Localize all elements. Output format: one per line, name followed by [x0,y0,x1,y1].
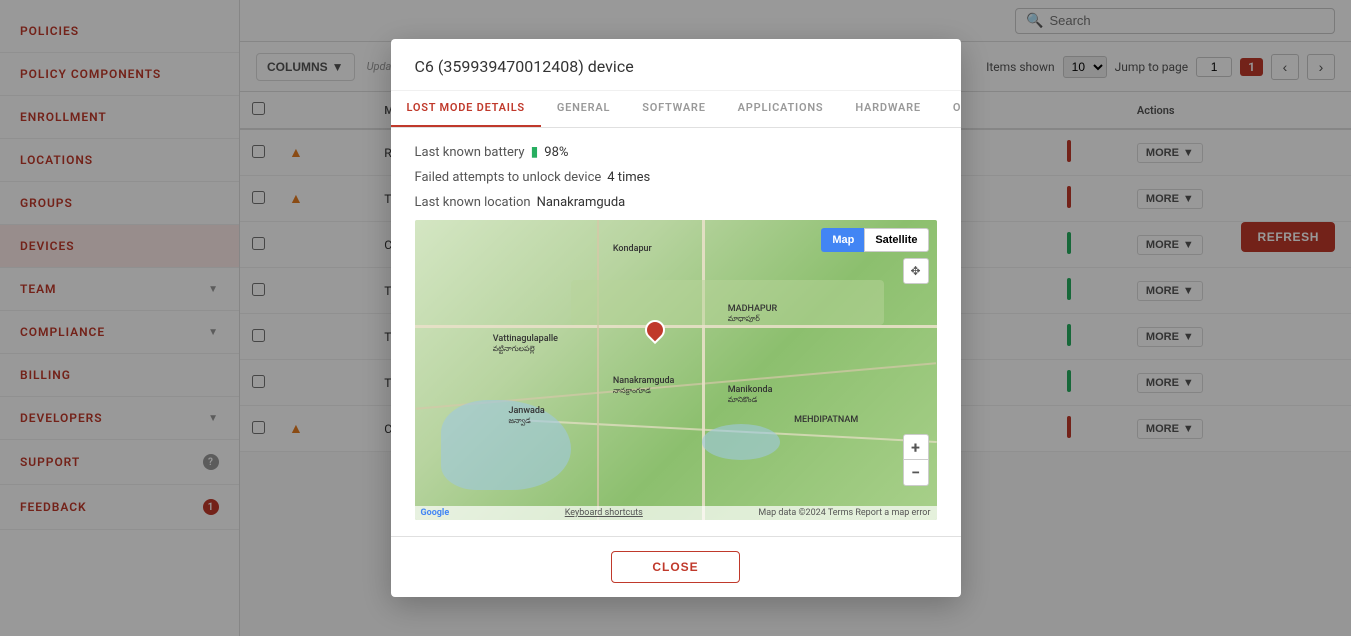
close-button[interactable]: CLOSE [611,551,739,583]
map-pin [645,320,665,346]
attempts-label: Failed attempts to unlock device [415,170,602,185]
map-label-janwada: Janwadaజన్వాడ [508,406,544,427]
map-fullscreen-button[interactable]: ✥ [903,258,929,284]
map-label-madhapur: MADHAPURమాధాపూర్ [728,304,778,325]
battery-icon: ▮ [531,144,539,160]
tab-operations[interactable]: OPERATIO [937,91,961,127]
map-label-mehdipatnam: MEHDIPATNAM [794,415,858,425]
location-row: Last known location Nanakramguda [415,195,937,210]
modal-body: Last known battery ▮ 98% Failed attempts… [391,128,961,536]
map-type-map-button[interactable]: Map [821,228,864,252]
modal-tabs: LOST MODE DETAILS GENERAL SOFTWARE APPLI… [391,91,961,128]
battery-value: 98% [544,145,568,160]
attempts-value: 4 times [607,170,650,185]
map-label-kondapur: Kondapur [613,244,652,254]
battery-row: Last known battery ▮ 98% [415,144,937,160]
google-logo: Google [421,508,450,518]
keyboard-shortcuts[interactable]: Keyboard shortcuts [565,508,643,518]
device-modal: C6 (359939470012408) device LOST MODE DE… [391,39,961,597]
map-zoom-in-button[interactable]: + [903,434,929,460]
location-value: Nanakramguda [537,195,626,210]
map-pin-head [640,316,668,344]
map-zoom-out-button[interactable]: − [903,460,929,486]
battery-label: Last known battery [415,145,525,160]
tab-general[interactable]: GENERAL [541,91,626,127]
map-container[interactable]: Kondapur MADHAPURమాధాపూర్ Nanakramgudaనా… [415,220,937,520]
map-label-nanakramguda: Nanakramgudaనానక్రాంగూడ [613,376,675,397]
attempts-row: Failed attempts to unlock device 4 times [415,170,937,185]
modal-footer: CLOSE [391,536,961,597]
modal-header: C6 (359939470012408) device [391,39,961,91]
modal-title: C6 (359939470012408) device [415,57,634,76]
tab-hardware[interactable]: HARDWARE [839,91,937,127]
location-label: Last known location [415,195,531,210]
tab-applications[interactable]: APPLICATIONS [722,91,840,127]
tab-software[interactable]: SOFTWARE [626,91,721,127]
map-label-vattinagulapalle: Vattinagulapalleవట్టినాగులపల్లె [493,334,558,355]
map-type-satellite-button[interactable]: Satellite [864,228,928,252]
map-type-controls: Map Satellite [821,228,928,252]
map-data-attribution: Map data ©2024 Terms Report a map error [758,508,930,518]
map-label-manikonda: Manikondaమానికొండ [728,385,773,406]
map-background: Kondapur MADHAPURమాధాపూర్ Nanakramgudaనా… [415,220,937,520]
tab-lost-mode-details[interactable]: LOST MODE DETAILS [391,91,541,127]
map-attribution: Google Keyboard shortcuts Map data ©2024… [415,506,937,520]
modal-overlay: C6 (359939470012408) device LOST MODE DE… [0,0,1351,636]
